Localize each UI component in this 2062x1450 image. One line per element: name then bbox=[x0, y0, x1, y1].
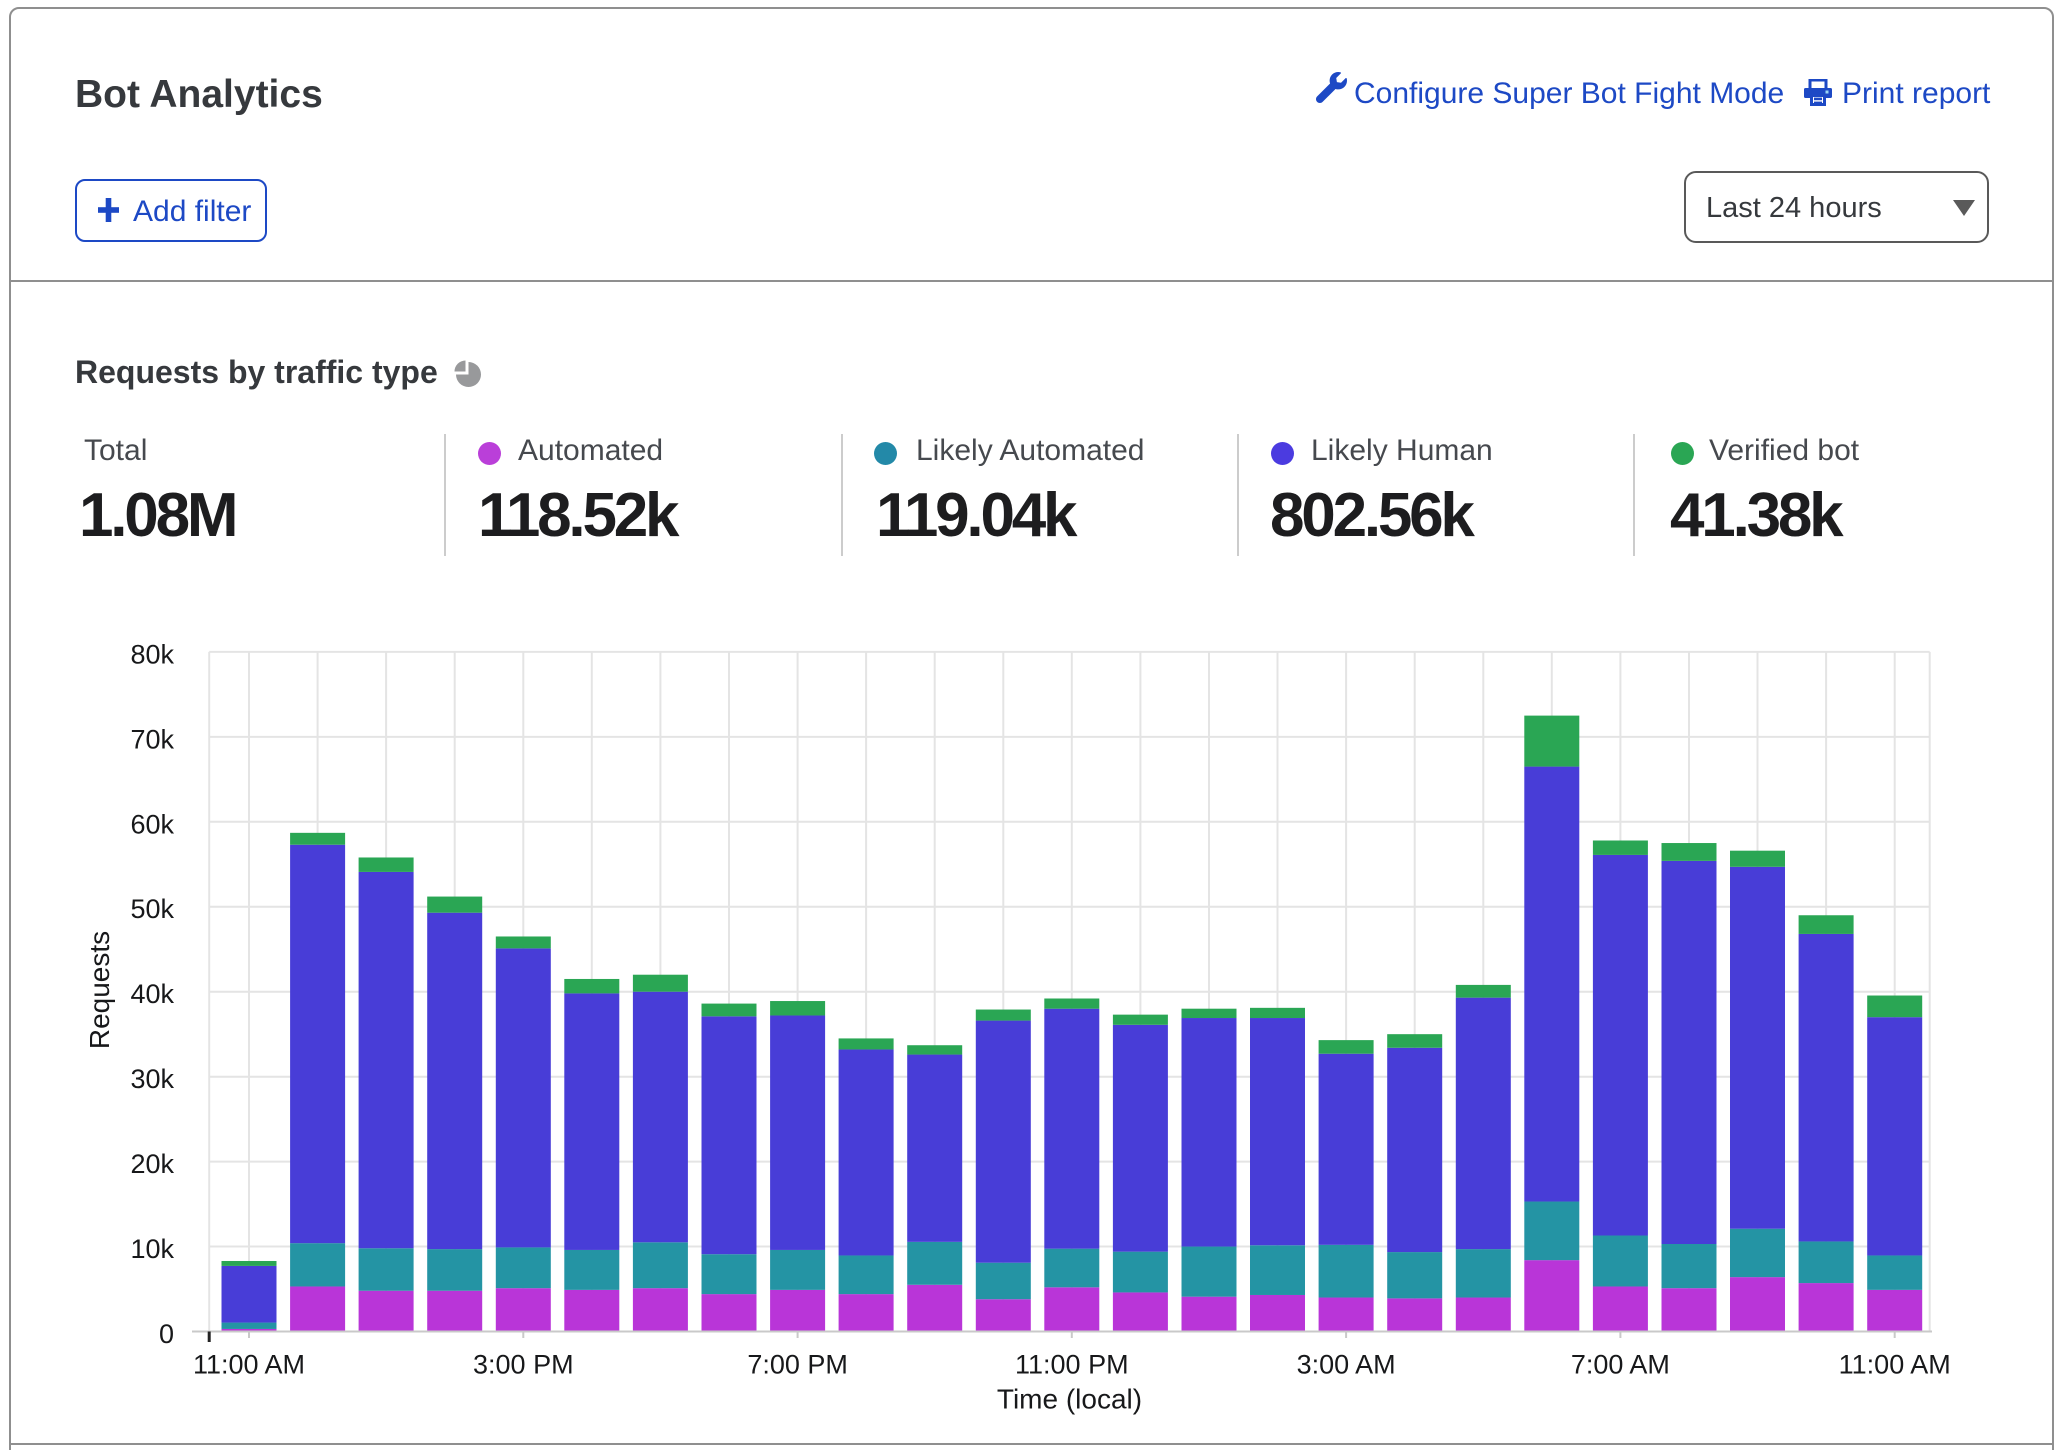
svg-text:30k: 30k bbox=[130, 1064, 174, 1094]
svg-text:7:00 PM: 7:00 PM bbox=[747, 1350, 848, 1380]
svg-text:70k: 70k bbox=[130, 724, 174, 754]
svg-text:11:00 AM: 11:00 AM bbox=[193, 1350, 305, 1380]
svg-text:80k: 80k bbox=[130, 639, 174, 669]
svg-text:7:00 AM: 7:00 AM bbox=[1571, 1350, 1670, 1380]
svg-text:3:00 PM: 3:00 PM bbox=[473, 1350, 574, 1380]
svg-text:11:00 AM: 11:00 AM bbox=[1839, 1350, 1951, 1380]
svg-text:20k: 20k bbox=[130, 1149, 174, 1179]
svg-text:3:00 AM: 3:00 AM bbox=[1297, 1350, 1396, 1380]
svg-text:60k: 60k bbox=[130, 809, 174, 839]
svg-text:0: 0 bbox=[159, 1319, 174, 1349]
svg-text:10k: 10k bbox=[130, 1234, 174, 1264]
svg-text:50k: 50k bbox=[130, 894, 174, 924]
svg-text:40k: 40k bbox=[130, 979, 174, 1009]
svg-text:Time (local): Time (local) bbox=[997, 1384, 1142, 1415]
svg-text:Requests: Requests bbox=[84, 931, 115, 1049]
svg-text:11:00 PM: 11:00 PM bbox=[1015, 1350, 1129, 1380]
